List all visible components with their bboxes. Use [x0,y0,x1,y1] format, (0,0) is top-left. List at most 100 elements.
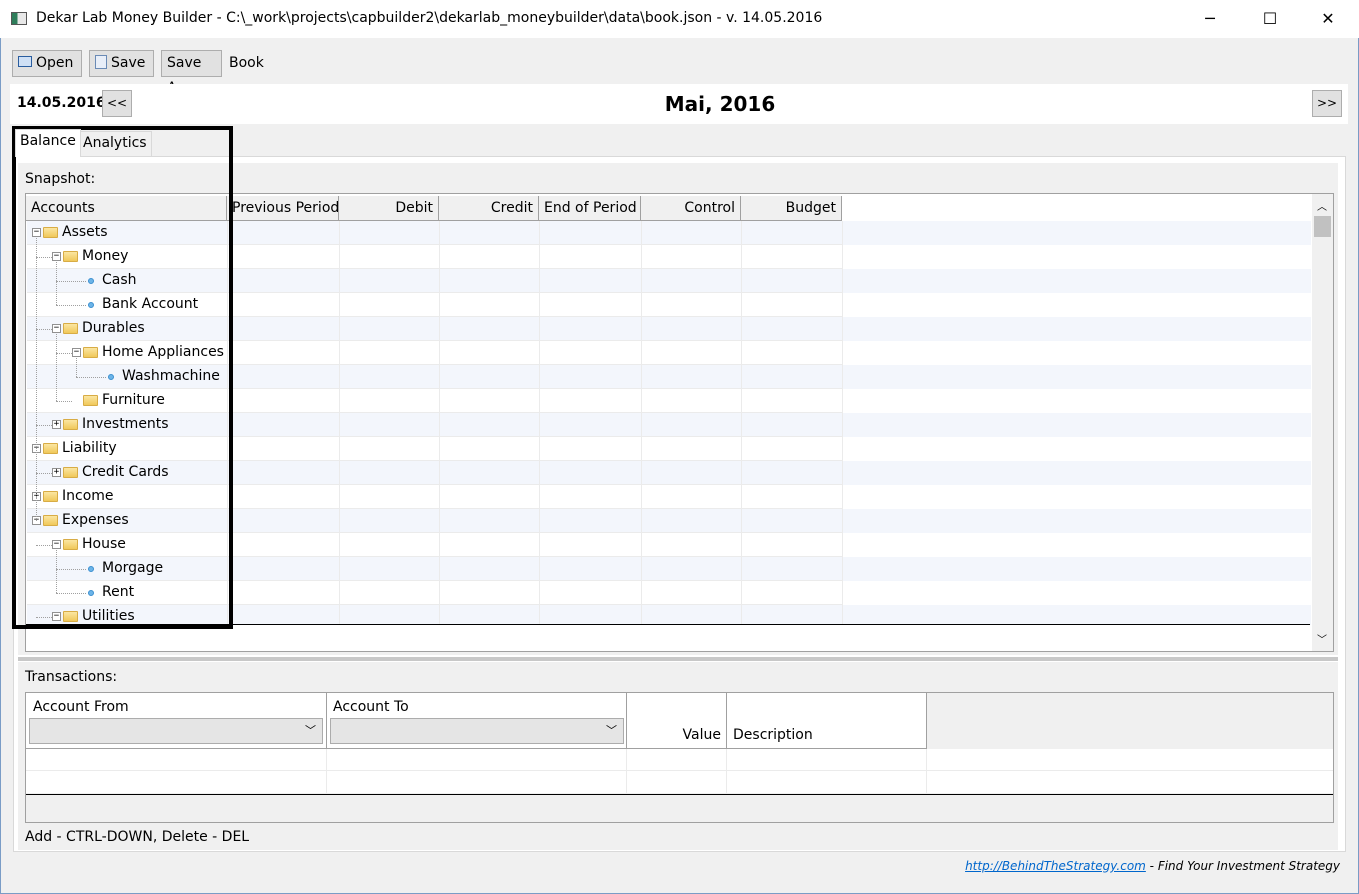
grid-cell[interactable] [540,221,642,245]
grid-cell[interactable] [440,245,540,269]
open-button[interactable]: Open [12,50,82,77]
grid-cell[interactable] [540,317,642,341]
scroll-thumb[interactable] [1314,216,1331,237]
save-button[interactable]: Save [89,50,154,77]
grid-cell[interactable] [228,437,340,461]
grid-cell[interactable] [340,365,440,389]
grid-cell[interactable] [228,533,340,557]
grid-cell[interactable] [340,509,440,533]
grid-cell[interactable] [440,437,540,461]
grid-cell[interactable] [340,557,440,581]
grid-cell[interactable] [340,581,440,605]
grid-cell[interactable] [642,317,742,341]
grid-cell[interactable] [540,485,642,509]
grid-cell[interactable] [440,581,540,605]
grid-cell[interactable] [440,605,540,625]
grid-cell[interactable] [642,509,742,533]
grid-cell[interactable] [340,437,440,461]
grid-cell[interactable] [340,341,440,365]
grid-cell[interactable] [742,389,843,413]
grid-cell[interactable] [642,269,742,293]
grid-cell[interactable] [340,485,440,509]
grid-cell[interactable] [540,269,642,293]
grid-cell[interactable] [440,221,540,245]
grid-cell[interactable] [742,245,843,269]
grid-cell[interactable] [228,485,340,509]
column-header[interactable]: Control [641,196,741,221]
grid-cell[interactable] [440,317,540,341]
grid-cell[interactable] [742,581,843,605]
grid-cell[interactable] [540,341,642,365]
grid-cell[interactable] [228,389,340,413]
grid-cell[interactable] [228,461,340,485]
scroll-down-icon[interactable]: ﹀ [1317,631,1327,646]
splitter[interactable] [18,657,1338,661]
grid-cell[interactable] [440,485,540,509]
grid-cell[interactable] [440,269,540,293]
grid-cell[interactable] [340,293,440,317]
transactions-grid[interactable]: Account From ﹀ Account To ﹀ Value Descri… [25,692,1334,823]
grid-cell[interactable] [340,533,440,557]
grid-cell[interactable] [742,605,843,625]
column-header[interactable]: Budget [741,196,842,221]
grid-cell[interactable] [642,485,742,509]
grid-cell[interactable] [540,461,642,485]
grid-cell[interactable] [540,581,642,605]
column-header[interactable]: Previous Period [227,196,339,221]
column-header[interactable]: Credit [439,196,539,221]
grid-cell[interactable] [642,557,742,581]
grid-cell[interactable] [340,461,440,485]
grid-cell[interactable] [228,605,340,625]
next-period-button[interactable]: >> [1312,90,1342,117]
grid-cell[interactable] [742,485,843,509]
grid-cell[interactable] [742,533,843,557]
grid-cell[interactable] [540,389,642,413]
grid-cell[interactable] [642,341,742,365]
grid-cell[interactable] [642,221,742,245]
account-to-select[interactable]: ﹀ [330,718,624,744]
grid-cell[interactable] [228,557,340,581]
grid-cell[interactable] [742,221,843,245]
grid-cell[interactable] [540,557,642,581]
grid-cell[interactable] [228,365,340,389]
grid-cell[interactable] [742,317,843,341]
scroll-up-icon[interactable]: ︿ [1317,198,1327,213]
grid-cell[interactable] [642,533,742,557]
grid-cell[interactable] [642,437,742,461]
grid-cell[interactable] [228,269,340,293]
grid-cell[interactable] [440,293,540,317]
grid-cell[interactable] [742,341,843,365]
grid-cell[interactable] [642,581,742,605]
grid-cell[interactable] [340,413,440,437]
grid-cell[interactable] [742,293,843,317]
grid-cell[interactable] [440,533,540,557]
grid-cell[interactable] [742,509,843,533]
grid-cell[interactable] [742,365,843,389]
grid-cell[interactable] [340,245,440,269]
grid-cell[interactable] [540,533,642,557]
tab-balance[interactable]: Balance [15,129,81,157]
grid-cell[interactable] [440,461,540,485]
grid-cell[interactable] [228,581,340,605]
grid-cell[interactable] [228,293,340,317]
prev-period-button[interactable]: << [102,90,132,117]
grid-cell[interactable] [540,365,642,389]
grid-cell[interactable] [340,317,440,341]
save-as-button[interactable]: Save As [161,50,222,96]
grid-cell[interactable] [742,557,843,581]
grid-cell[interactable] [540,245,642,269]
grid-cell[interactable] [642,605,742,625]
grid-cell[interactable] [642,413,742,437]
grid-cell[interactable] [228,317,340,341]
grid-cell[interactable] [540,437,642,461]
grid-cell[interactable] [340,221,440,245]
website-link[interactable]: http://BehindTheStrategy.com [965,859,1146,873]
minimize-button[interactable]: ─ [1187,0,1233,38]
grid-cell[interactable] [642,389,742,413]
column-header[interactable]: End of Period [539,196,641,221]
grid-cell[interactable] [642,461,742,485]
grid-cell[interactable] [440,365,540,389]
grid-cell[interactable] [642,245,742,269]
account-from-select[interactable]: ﹀ [29,718,323,744]
grid-cell[interactable] [340,269,440,293]
